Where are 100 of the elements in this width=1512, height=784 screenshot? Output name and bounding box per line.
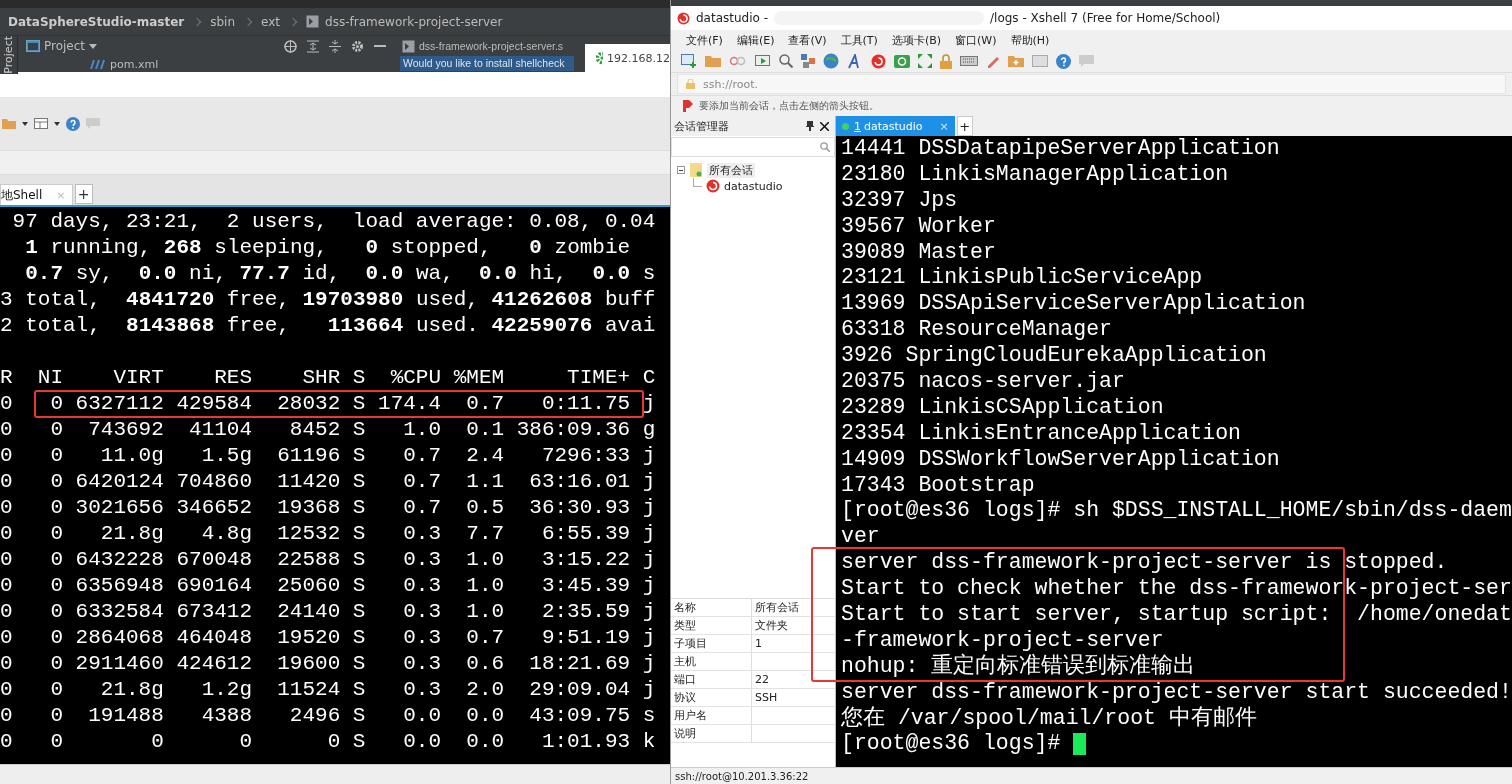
folder-icon — [689, 163, 703, 177]
terminal-line: 20375 nacos-server.jar — [841, 369, 1126, 395]
breadcrumb-item[interactable]: dss-framework-project-server — [325, 14, 503, 29]
terminal-line: 0 0 11.0g 1.5g 61196 S 0.7 2.4 7296:33 j — [0, 443, 657, 469]
tab-label: datastudio — [864, 119, 923, 133]
maven-icon — [90, 59, 106, 69]
menu-item[interactable]: 查看(V) — [788, 32, 827, 48]
keyboard-icon[interactable] — [960, 56, 978, 66]
caret-icon — [54, 121, 60, 126]
address-text: ssh://root. — [703, 77, 759, 91]
terminal-file-icon — [306, 15, 320, 28]
terminal-line: 2 total, 8143868 free, 113664 used. 42259076 avai — [0, 313, 657, 339]
help-icon[interactable] — [1056, 53, 1071, 69]
app-logo-icon — [677, 11, 690, 25]
menu-item[interactable]: 窗口(W) — [955, 32, 997, 48]
close-icon[interactable] — [820, 121, 829, 131]
property-name: 协议 — [673, 690, 697, 706]
terminal-line: 0 0 6356948 690164 25060 S 0.3 1.0 3:45.39 j — [0, 573, 657, 599]
breadcrumb-item[interactable]: sbin — [210, 14, 236, 29]
terminal-line: 97 days, 23:21, 2 users, load average: 0.08, 0.04 — [11, 209, 657, 235]
hint-text: 要添加当前会话，点击左侧的箭头按钮。 — [699, 99, 879, 113]
terminal-line: 0 0 6327112 429584 28032 S 174.4 0.7 0:11.75 j — [0, 391, 670, 417]
blocks-icon[interactable] — [801, 54, 815, 68]
pin-icon[interactable] — [806, 121, 814, 131]
terminal-line: 0 0 6432228 670048 22588 S 0.3 1.0 3:15.22 j — [0, 547, 657, 573]
search-icon — [820, 142, 830, 152]
terminal-line: 0 0 21.8g 4.8g 12532 S 0.3 7.7 6:55.39 j — [0, 521, 657, 547]
lock-icon[interactable] — [940, 53, 952, 69]
collapse-toggle[interactable] — [677, 166, 685, 174]
new-tab-button[interactable]: + — [956, 116, 973, 136]
menu-item[interactable]: 文件(F) — [686, 32, 723, 48]
menu-item[interactable]: 编辑(E) — [736, 32, 775, 48]
window-icon — [26, 40, 40, 52]
search-field[interactable] — [671, 137, 835, 157]
terminal-line: 63318 ResourceManager — [841, 317, 1113, 344]
terminal-line: 您在 /var/spool/mail/root 中有邮件 — [841, 705, 1258, 732]
help-icon[interactable] — [66, 116, 80, 131]
terminal-line: 0 0 191488 4388 2496 S 0.0 0.0 43:09.75 s — [0, 703, 657, 729]
terminal-line: 0 0 2911460 424612 19600 S 0.3 0.6 18:21.69 j — [0, 651, 657, 677]
window-title: /logs - Xshell 7 (Free for Home/School) — [990, 11, 1221, 25]
tree-item[interactable]: 所有会话 — [707, 162, 755, 178]
connection-status-icon — [842, 122, 849, 130]
menu-item[interactable]: 工具(T) — [840, 32, 878, 48]
layout-icon[interactable] — [34, 118, 48, 129]
folder-icon[interactable] — [705, 55, 721, 67]
session-icon — [706, 179, 720, 193]
fullscreen-icon[interactable] — [918, 54, 932, 68]
globe-icon[interactable] — [823, 53, 839, 69]
terminal-line: [root@es36 logs]# — [841, 731, 1062, 758]
breadcrumb-item[interactable]: ext — [261, 14, 281, 29]
terminal-line: 23180 LinkisManagerApplication — [841, 161, 1230, 188]
terminal-line: 23354 LinkisEntranceApplication — [841, 420, 1242, 447]
terminal-line: server dss-framework-project-server is stopped. — [841, 550, 1449, 577]
property-value: 22 — [755, 673, 769, 686]
terminal-line: Start to start server, startup script: /home/onedat — [841, 602, 1512, 628]
host-label: 192.168.12 — [607, 51, 670, 65]
caret-icon — [22, 121, 28, 126]
tree-item[interactable]: datastudio — [724, 179, 783, 193]
property-name: 子项目 — [673, 636, 708, 652]
terminal-line: 0 0 6332584 673412 24140 S 0.3 1.0 2:35.59 j — [0, 599, 657, 625]
status-text: ssh://root@10.201.3.36:22 — [675, 770, 809, 782]
tab-number: 1 — [854, 119, 861, 133]
settings-icon[interactable] — [351, 39, 364, 53]
target-icon[interactable] — [284, 39, 297, 53]
property-name: 端口 — [673, 672, 697, 688]
folder-icon[interactable] — [1008, 55, 1024, 67]
editor-tab[interactable]: dss-framework-project-server.s — [419, 40, 564, 52]
new-session-icon[interactable] — [681, 54, 697, 68]
link-icon[interactable] — [729, 55, 747, 67]
menu-item[interactable]: 帮助(H) — [1010, 32, 1050, 48]
swirl-icon[interactable] — [871, 53, 886, 69]
lock-icon — [686, 79, 695, 89]
terminal-file-icon — [402, 39, 415, 53]
property-name: 用户名 — [673, 708, 708, 724]
screen-icon[interactable] — [755, 54, 771, 68]
property-name: 主机 — [673, 654, 697, 670]
terminal-line: 17343 Bootstrap — [841, 472, 1036, 499]
bookmark-arrow-icon[interactable] — [683, 100, 693, 112]
collapse-icon[interactable] — [329, 39, 341, 53]
terminal-line: 23289 LinkisCSApplication — [841, 394, 1165, 421]
terminal-line: 0 0 743692 41104 8452 S 1.0 0.1 386:09.36 g — [0, 417, 657, 443]
menu-item[interactable]: 选项卡(B) — [891, 32, 942, 48]
expand-icon[interactable] — [307, 39, 319, 53]
window-title: datastudio - — [696, 11, 769, 25]
terminal-line: 3926 SpringCloudEurekaApplication — [841, 343, 1268, 369]
new-tab-button[interactable]: + — [74, 184, 93, 204]
shell-tab[interactable]: 地Shell × — [0, 184, 73, 205]
gear-icon — [595, 51, 603, 65]
terminal-line: 39089 Master — [841, 239, 997, 266]
notification-banner: Would you like to install shellcheck — [400, 56, 574, 71]
search-icon[interactable] — [779, 54, 793, 68]
tree-item[interactable]: pom.xml — [110, 57, 159, 71]
property-name: 类型 — [673, 618, 697, 634]
breadcrumb-item[interactable]: DataSphereStudio-master — [8, 14, 185, 29]
pen-icon[interactable] — [986, 54, 1000, 68]
terminal-line: R NI VIRT RES SHR S %CPU %MEM TIME+ C — [0, 365, 657, 391]
property-name: 说明 — [673, 726, 697, 742]
address-field[interactable]: ssh://root. — [677, 74, 1506, 94]
project-view-dropdown[interactable]: Project — [44, 39, 86, 53]
property-name: 名称 — [673, 600, 697, 616]
